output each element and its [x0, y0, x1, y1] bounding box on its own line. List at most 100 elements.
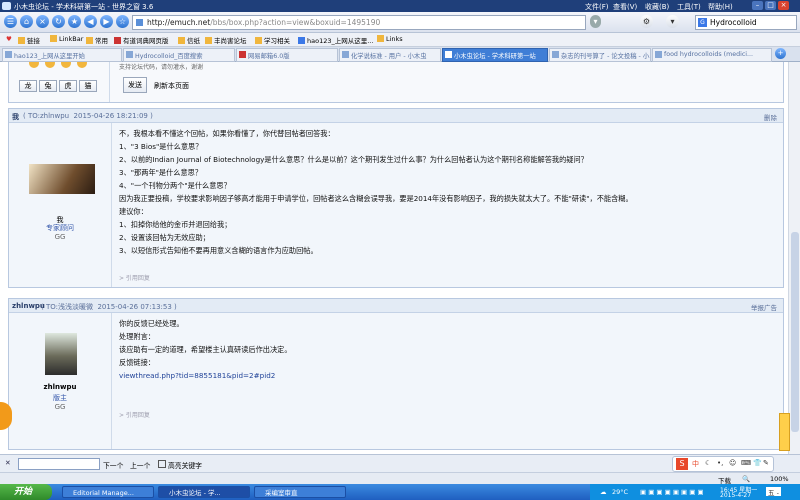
page-content: 龙 兔 虎 猫 支持论坛代码，请勿灌水，谢谢 发送 刷新本页面 我 ( TO:z… — [0, 62, 788, 454]
refresh-icon[interactable]: ↻ — [52, 15, 65, 28]
post-line: 该应助有一定的道理，希望楼主认真研读后作出决定。 — [119, 345, 292, 354]
post-line: 不，我根本看不懂这个回帖，如果你看懂了，你代替回帖者回答我： — [119, 129, 335, 138]
new-tab-icon[interactable]: + — [775, 48, 786, 59]
menu-tools[interactable]: 工具(T) — [677, 2, 701, 12]
delete-link[interactable]: 删除 — [764, 112, 777, 122]
smiley-icon[interactable] — [29, 62, 39, 68]
skin-icon[interactable]: 👕 — [753, 459, 762, 467]
tab-food-hydrocolloids[interactable]: food hydrocolloids (medici... — [652, 48, 772, 62]
tab-mail[interactable]: 网易邮箱6.0版 — [236, 48, 338, 62]
stop-icon[interactable]: × — [36, 15, 49, 28]
post-1-sidebar: 我 专家顾问 GG — [9, 123, 112, 287]
tab-user[interactable]: 化学说标准 - 用户 - 小木虫 — [339, 48, 441, 62]
browser-menu-icon[interactable]: ☰ — [4, 15, 17, 28]
bookmark-linkbar[interactable]: LinkBar — [50, 35, 83, 43]
bookmark-links-en[interactable]: Links — [377, 35, 403, 43]
bookmark-common[interactable]: 常用 — [86, 35, 108, 45]
chinese-mode-icon[interactable]: 中 — [692, 459, 699, 469]
close-find-icon[interactable]: ✕ — [5, 459, 11, 467]
smiley-cat-button[interactable]: 猫 — [79, 80, 97, 92]
post-recipient[interactable]: ( TO:zhlnwpu — [23, 112, 69, 120]
bookmarks-bar: ♥ 链接 LinkBar 常用 有道词典网页版 信纸 丰尚害论坛 学习相关 ha… — [0, 33, 800, 47]
forward-icon[interactable]: ▶ — [100, 15, 113, 28]
star-icon[interactable]: ☆ — [116, 15, 129, 28]
minimize-icon[interactable]: – — [752, 1, 763, 10]
back-icon[interactable]: ◀ — [84, 15, 97, 28]
smiley-rabbit-button[interactable]: 兔 — [39, 80, 57, 92]
menu-file[interactable]: 文件(F) — [585, 2, 609, 12]
avatar[interactable] — [29, 164, 95, 194]
tab-bar: hao123_上网从这里开始 Hydrocolloid_百度搜索 网易邮箱6.0… — [0, 47, 800, 62]
side-feedback-tab[interactable] — [779, 413, 790, 451]
moon-icon[interactable]: ☾ — [705, 459, 711, 467]
bookmark-links[interactable]: 链接 — [18, 35, 40, 45]
address-dropdown-icon[interactable]: ▾ — [590, 15, 601, 28]
scrollbar-thumb[interactable] — [791, 232, 799, 432]
bookmark-letter[interactable]: 信纸 — [178, 35, 200, 45]
tab-emuch-active[interactable]: 小木虫论坛 - 学术科研第一站 — [442, 48, 548, 62]
input-method-indicator[interactable]: 五 - — [766, 487, 781, 497]
search-input[interactable]: Hydrocolloid — [710, 18, 757, 27]
post-2-header: zhlnwpu ( TO:浅浅淡暖微 2015-04-26 07:13:53 )… — [9, 299, 783, 313]
avatar[interactable] — [45, 333, 77, 375]
tray-icons[interactable]: ▣ ▣ ▣ ▣ ▣ ▣ ▣ ▣ — [640, 488, 704, 496]
punctuation-icon[interactable]: •, — [717, 459, 723, 467]
reply-form: 龙 兔 虎 猫 支持论坛代码，请勿灌水，谢谢 发送 刷新本页面 — [8, 62, 784, 103]
maximize-icon[interactable]: □ — [765, 1, 776, 10]
user-name[interactable]: zhlnwpu — [9, 383, 111, 391]
report-ad-link[interactable]: 举报广告 — [751, 302, 777, 312]
tools-icon[interactable]: ⚙ — [640, 15, 653, 28]
weather-icon[interactable]: ☁ — [600, 488, 607, 496]
refresh-page-link[interactable]: 刷新本页面 — [154, 81, 189, 91]
find-next-button[interactable]: 下一个 — [103, 460, 123, 470]
send-button[interactable]: 发送 — [123, 77, 147, 93]
start-button[interactable]: 开始 — [0, 484, 52, 500]
sogou-icon[interactable]: S — [676, 458, 688, 470]
tools-icon[interactable]: ✎ — [763, 459, 769, 467]
zoom-icon[interactable]: 🔍 — [742, 475, 750, 483]
task-editor-room[interactable]: 采编室审直 — [254, 486, 346, 498]
task-emuch[interactable]: 小木虫论坛 - 学... — [158, 486, 250, 498]
find-input[interactable] — [18, 458, 100, 470]
favorite-icon[interactable]: ★ — [68, 15, 81, 28]
highlight-checkbox[interactable] — [158, 460, 166, 468]
quote-reply-link[interactable]: > 引用回复 — [119, 273, 150, 282]
tab-hao123[interactable]: hao123_上网从这里开始 — [2, 48, 122, 62]
bookmark-forum[interactable]: 丰尚害论坛 — [205, 35, 247, 45]
post-author[interactable]: 我 — [12, 112, 19, 122]
tab-journal[interactable]: 杂志的刊号算了 - 论文投稿 - 小... — [549, 48, 651, 62]
home-icon[interactable]: ⌂ — [20, 15, 33, 28]
feedback-link[interactable]: viewthread.php?tid=8855181&pid=2#pid2 — [119, 369, 759, 382]
emoji-icon[interactable]: ☺ — [729, 459, 736, 467]
tools-dropdown-icon[interactable]: ▾ — [666, 15, 679, 28]
smiley-icon[interactable] — [45, 62, 55, 68]
keyboard-icon[interactable]: ⌨ — [741, 459, 751, 467]
search-box[interactable]: G Hydrocolloid — [695, 15, 797, 30]
bookmark-hao123[interactable]: hao123_上网从这里... — [298, 35, 373, 45]
bookmark-heart-icon[interactable]: ♥ — [6, 35, 12, 43]
system-tray: ☁ 29°C ▣ ▣ ▣ ▣ ▣ ▣ ▣ ▣ 16:45 星期一 2015-4-… — [590, 484, 800, 500]
bookmark-youdao[interactable]: 有道词典网页版 — [114, 35, 169, 45]
find-prev-button[interactable]: 上一个 — [130, 460, 150, 470]
post-author[interactable]: zhlnwpu — [12, 302, 45, 310]
smiley-icon[interactable] — [77, 62, 87, 68]
clock-date: 2015-4-27 — [720, 492, 752, 499]
user-group: GG — [54, 233, 66, 241]
bookmark-study[interactable]: 学习相关 — [255, 35, 290, 45]
smiley-dragon-button[interactable]: 龙 — [19, 80, 37, 92]
close-icon[interactable]: × — [778, 1, 789, 10]
menu-help[interactable]: 帮助(H) — [708, 2, 733, 12]
address-bar[interactable]: http://emuch.net/bbs/box.php?action=view… — [132, 15, 586, 30]
task-editorial[interactable]: Editorial Manage... — [62, 486, 154, 498]
smiley-icon[interactable] — [61, 62, 71, 68]
post-recipient[interactable]: ( TO:浅浅淡暖微 — [41, 303, 93, 311]
search-engine-icon[interactable]: G — [698, 18, 707, 27]
tab-hydrocolloid-search[interactable]: Hydrocolloid_百度搜索 — [123, 48, 235, 62]
zoom-level[interactable]: 100% — [770, 475, 789, 483]
quote-reply-link[interactable]: > 引用回复 — [119, 410, 150, 419]
input-method-bar[interactable]: S 中 ☾ •, ☺ ⌨ 👕 ✎ — [672, 456, 774, 472]
smiley-tiger-button[interactable]: 虎 — [59, 80, 77, 92]
menu-view[interactable]: 查看(V) — [613, 2, 637, 12]
vertical-scrollbar[interactable] — [788, 62, 800, 454]
menu-bookmarks[interactable]: 收藏(B) — [645, 2, 669, 12]
